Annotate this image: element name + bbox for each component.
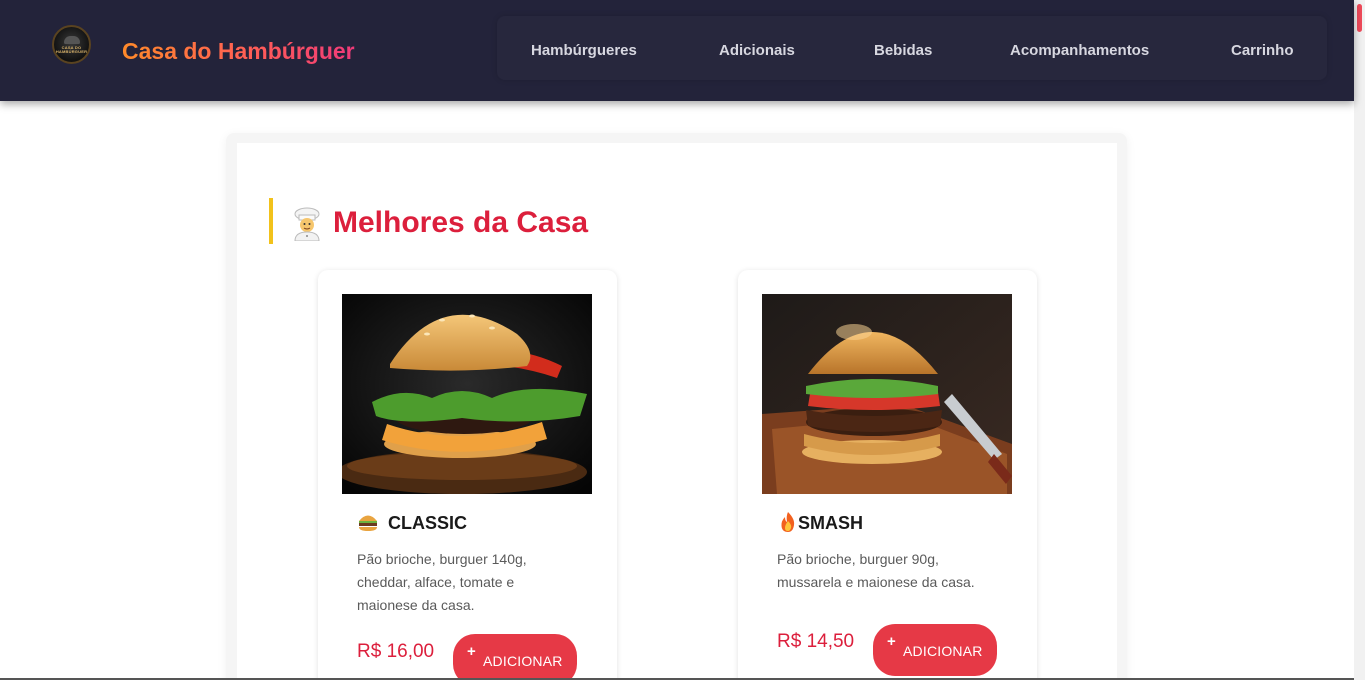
plus-icon: + bbox=[467, 643, 476, 660]
product-card-classic: CLASSIC Pão brioche, burguer 140g, chedd… bbox=[318, 270, 617, 680]
product-name-smash: SMASH bbox=[798, 513, 864, 533]
burger-icon bbox=[359, 515, 377, 531]
add-to-cart-button-classic[interactable]: + ADICIONAR bbox=[453, 634, 577, 680]
product-description-classic: Pão brioche, burguer 140g, cheddar, alfa… bbox=[357, 551, 527, 613]
product-card-smash: SMASH Pão brioche, burguer 90g, mussarel… bbox=[738, 270, 1037, 680]
nav-item-hamburgueres[interactable]: Hambúrgueres bbox=[531, 42, 637, 59]
product-image-classic bbox=[342, 294, 592, 494]
plus-icon: + bbox=[887, 633, 896, 650]
fire-icon bbox=[781, 512, 795, 532]
chef-icon bbox=[294, 207, 320, 241]
navbar: CASA DO HAMBÚRGUER Casa do Hambúrguer bbox=[0, 0, 1354, 101]
product-name-classic: CLASSIC bbox=[388, 513, 468, 533]
brand-title[interactable]: Casa do Hambúrguer bbox=[122, 37, 355, 65]
product-description-smash: Pão brioche, burguer 90g, mussarela e ma… bbox=[777, 551, 975, 590]
add-to-cart-button-smash[interactable]: + ADICIONAR bbox=[873, 624, 997, 676]
product-price-classic: R$ 16,00 bbox=[357, 641, 435, 662]
nav-item-carrinho[interactable]: Carrinho bbox=[1231, 42, 1294, 59]
logo-burger-icon bbox=[63, 35, 80, 44]
add-button-label: ADICIONAR bbox=[903, 643, 983, 659]
page-scrollbar[interactable] bbox=[1354, 0, 1365, 680]
nav-item-bebidas[interactable]: Bebidas bbox=[874, 42, 932, 59]
add-button-label: ADICIONAR bbox=[483, 653, 563, 669]
scrollbar-thumb[interactable] bbox=[1357, 4, 1362, 32]
logo[interactable]: CASA DO HAMBÚRGUER bbox=[52, 25, 91, 64]
section-accent-bar bbox=[269, 198, 273, 244]
product-price-smash: R$ 14,50 bbox=[777, 631, 855, 652]
section-title: Melhores da Casa bbox=[333, 206, 589, 239]
nav-item-acompanhamentos[interactable]: Acompanhamentos bbox=[1010, 42, 1149, 59]
nav-item-adicionais[interactable]: Adicionais bbox=[719, 42, 795, 59]
logo-text: CASA DO HAMBÚRGUER bbox=[55, 44, 88, 54]
product-image-smash bbox=[762, 294, 1012, 494]
